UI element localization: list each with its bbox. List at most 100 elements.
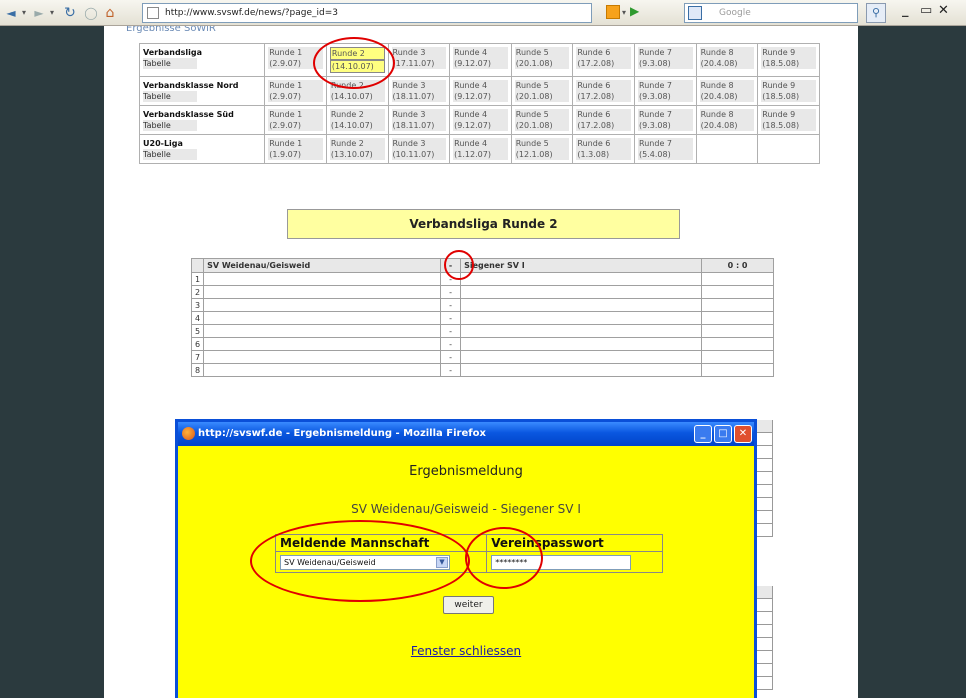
round-link[interactable]: Runde 1 [268, 109, 323, 120]
round-cell: Runde 7 (9.3.08) [634, 105, 697, 135]
round-link[interactable]: Runde 6 [576, 138, 632, 149]
round-link[interactable]: Runde 5 [514, 109, 570, 120]
round-link[interactable]: Runde 3 [391, 80, 447, 91]
round-date[interactable]: (2.9.07) [268, 120, 323, 131]
league-name[interactable]: Verbandsklasse Süd [143, 109, 261, 120]
rss-feed-icon[interactable] [606, 5, 620, 19]
back-dropdown-icon[interactable]: ▾ [20, 4, 28, 22]
popup-titlebar[interactable]: http://svswf.de - Ergebnismeldung - Mozi… [178, 422, 754, 446]
round-date[interactable]: (14.10.07) [329, 91, 385, 102]
round-cell: Runde 5 (20.1.08) [510, 76, 574, 106]
round-date[interactable]: (1.12.07) [453, 149, 508, 160]
close-window-link[interactable]: Fenster schliessen [178, 644, 754, 658]
back-icon[interactable]: ◄ [4, 4, 18, 22]
round-date[interactable]: (9.3.08) [638, 91, 693, 102]
round-date[interactable]: (20.1.08) [514, 58, 570, 69]
home-player [203, 350, 442, 364]
round-date[interactable]: (17.2.08) [576, 120, 632, 131]
table-link[interactable]: Tabelle [143, 58, 197, 69]
round-link[interactable]: Runde 7 [638, 80, 693, 91]
popup-close-button[interactable]: ✕ [734, 425, 752, 443]
round-link[interactable]: Runde 3 [391, 47, 447, 58]
round-link[interactable]: Runde 9 [761, 80, 816, 91]
reload-icon[interactable]: ↻ [62, 4, 78, 22]
round-link[interactable]: Runde 5 [514, 138, 570, 149]
round-link[interactable]: Runde 1 [268, 138, 323, 149]
submit-button[interactable]: weiter [443, 596, 494, 614]
forward-dropdown-icon[interactable]: ▾ [48, 4, 56, 22]
table-link[interactable]: Tabelle [143, 91, 197, 102]
round-link[interactable]: Runde 9 [761, 109, 816, 120]
round-link[interactable]: Runde 8 [699, 47, 755, 58]
round-date[interactable]: (18.5.08) [761, 120, 816, 131]
minimize-icon[interactable]: _ [902, 3, 909, 18]
round-date[interactable]: (5.4.08) [638, 149, 693, 160]
popup-maximize-button[interactable]: □ [714, 425, 732, 443]
round-date[interactable]: (18.5.08) [761, 91, 816, 102]
round-date[interactable]: (17.2.08) [576, 58, 632, 69]
rss-dropdown-icon[interactable]: ▾ [620, 4, 628, 22]
round-link[interactable]: Runde 2 [329, 109, 385, 120]
league-name[interactable]: U20-Liga [143, 138, 261, 149]
round-link[interactable]: Runde 6 [576, 47, 632, 58]
away-player [460, 350, 703, 364]
board-row: 6- [190, 337, 774, 351]
league-name[interactable]: Verbandsklasse Nord [143, 80, 261, 91]
round-date[interactable]: (10.11.07) [391, 149, 447, 160]
round-link[interactable]: Runde 9 [761, 47, 816, 58]
round-link[interactable]: Runde 2 [329, 138, 385, 149]
round-link[interactable]: Runde 4 [453, 138, 508, 149]
popup-minimize-button[interactable]: _ [694, 425, 712, 443]
round-link[interactable]: Runde 7 [638, 47, 693, 58]
round-date[interactable]: (18.11.07) [391, 91, 447, 102]
round-link[interactable]: Runde 5 [514, 47, 570, 58]
round-date[interactable]: (20.4.08) [699, 91, 755, 102]
league-name[interactable]: Verbandsliga [143, 47, 261, 58]
round-link[interactable]: Runde 7 [638, 138, 693, 149]
round-link[interactable]: Runde 3 [391, 109, 447, 120]
address-bar[interactable]: http://www.svswf.de/news/?page_id=3 [142, 3, 592, 23]
board-number: 6 [190, 337, 205, 351]
round-date[interactable]: (20.1.08) [514, 120, 570, 131]
round-date[interactable]: (1.9.07) [268, 149, 323, 160]
round-date[interactable]: (18.11.07) [391, 120, 447, 131]
round-date[interactable]: (9.3.08) [638, 120, 693, 131]
round-link[interactable]: Runde 8 [699, 80, 755, 91]
round-date[interactable]: (20.1.08) [514, 91, 570, 102]
round-link[interactable]: Runde 6 [576, 80, 632, 91]
round-date[interactable]: (20.4.08) [699, 58, 755, 69]
close-icon[interactable]: ✕ [938, 3, 949, 18]
round-date[interactable]: (9.12.07) [453, 58, 508, 69]
round-date[interactable]: (9.12.07) [453, 91, 508, 102]
round-link[interactable]: Runde 6 [576, 109, 632, 120]
stop-icon[interactable]: ◯ [84, 4, 98, 22]
search-field[interactable]: Google [684, 3, 858, 23]
round-link[interactable]: Runde 5 [514, 80, 570, 91]
round-date[interactable]: (12.1.08) [514, 149, 570, 160]
search-icon[interactable]: ⚲ [866, 3, 886, 23]
round-link[interactable]: Runde 4 [453, 47, 508, 58]
round-link[interactable]: Runde 4 [453, 80, 508, 91]
restore-icon[interactable]: ▭ [920, 3, 932, 18]
forward-icon[interactable]: ► [32, 4, 46, 22]
round-link[interactable]: Runde 7 [638, 109, 693, 120]
round-date[interactable]: (2.9.07) [268, 91, 323, 102]
round-date[interactable]: (17.2.08) [576, 91, 632, 102]
round-link[interactable]: Runde 8 [699, 109, 755, 120]
go-icon[interactable]: ▶ [630, 4, 639, 18]
round-cell: Runde 6 (17.2.08) [572, 76, 636, 106]
round-date[interactable]: (14.10.07) [329, 120, 385, 131]
round-date[interactable]: (9.3.08) [638, 58, 693, 69]
round-link[interactable]: Runde 4 [453, 109, 508, 120]
round-link[interactable]: Runde 1 [268, 80, 323, 91]
round-date[interactable]: (20.4.08) [699, 120, 755, 131]
round-date[interactable]: (13.10.07) [329, 149, 385, 160]
round-link[interactable]: Runde 3 [391, 138, 447, 149]
table-link[interactable]: Tabelle [143, 149, 197, 160]
round-date[interactable]: (18.5.08) [761, 58, 816, 69]
home-icon[interactable]: ⌂ [102, 4, 118, 22]
round-date[interactable]: (1.3.08) [576, 149, 632, 160]
round-date[interactable]: (17.11.07) [391, 58, 447, 69]
table-link[interactable]: Tabelle [143, 120, 197, 131]
round-date[interactable]: (9.12.07) [453, 120, 508, 131]
